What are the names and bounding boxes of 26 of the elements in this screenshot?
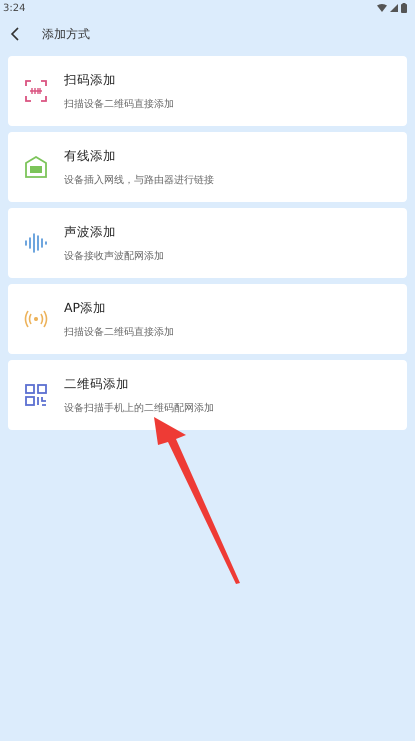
- method-description: 设备插入网线，与路由器进行链接: [64, 174, 214, 186]
- method-title: 有线添加: [64, 148, 117, 164]
- broadcast-icon: [24, 309, 48, 329]
- ethernet-port-icon: [25, 156, 47, 178]
- method-card[interactable]: 声波添加 设备接收声波配网添加: [8, 208, 407, 278]
- method-title: 扫码添加: [64, 72, 117, 88]
- method-title: AP添加: [64, 300, 108, 316]
- scan-icon: [25, 80, 47, 102]
- page-title: 添加方式: [42, 26, 90, 42]
- method-description: 设备扫描手机上的二维码配网添加: [64, 402, 214, 414]
- method-card[interactable]: AP添加 扫描设备二维码直接添加: [8, 284, 407, 354]
- battery-icon: [401, 3, 407, 13]
- method-card[interactable]: 扫码添加 扫描设备二维码直接添加: [8, 56, 407, 126]
- method-card[interactable]: 二维码添加 设备扫描手机上的二维码配网添加: [8, 360, 407, 430]
- wifi-icon: [377, 4, 387, 12]
- method-description: 设备接收声波配网添加: [64, 250, 164, 262]
- qr-code-icon: [25, 384, 47, 406]
- back-icon[interactable]: [10, 27, 19, 41]
- method-title: 声波添加: [64, 224, 117, 240]
- sound-wave-icon: [25, 232, 47, 254]
- method-description: 扫描设备二维码直接添加: [64, 98, 174, 110]
- method-card[interactable]: 有线添加 设备插入网线，与路由器进行链接: [8, 132, 407, 202]
- signal-icon: [390, 4, 398, 12]
- method-description: 扫描设备二维码直接添加: [64, 326, 174, 338]
- method-title: 二维码添加: [64, 376, 130, 392]
- status-time: 3:24: [3, 2, 26, 14]
